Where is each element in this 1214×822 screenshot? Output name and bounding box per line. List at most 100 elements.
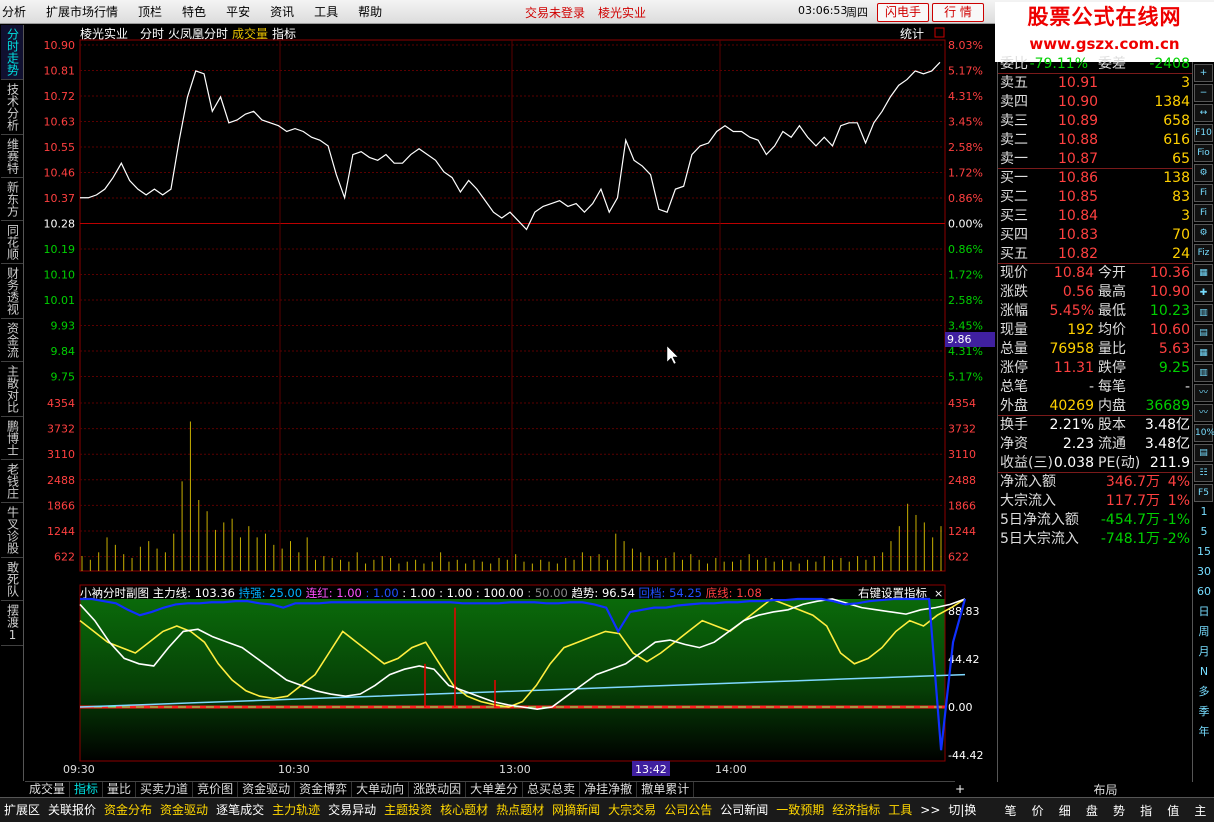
toolbar-icon[interactable]: − xyxy=(1194,84,1213,102)
detail-tab[interactable]: 值 xyxy=(1167,802,1179,819)
toolbar-icon[interactable]: ☷ xyxy=(1194,464,1213,482)
chart-indicator-name[interactable]: 火凤凰分时 xyxy=(168,27,228,41)
extension-tab[interactable]: 经济指标 xyxy=(828,800,884,820)
indicator-tab[interactable]: 资金驱动 xyxy=(238,782,296,797)
left-tab[interactable]: 资金流 xyxy=(1,319,23,362)
layout-label[interactable]: 布局 xyxy=(1093,781,1117,797)
extension-tab[interactable]: 公司新闻 xyxy=(716,800,772,820)
left-tab[interactable]: 同花顺 xyxy=(1,221,23,264)
chart-indicator-label[interactable]: 指标 xyxy=(272,26,296,41)
detail-tab[interactable]: 主 xyxy=(1194,802,1206,819)
extension-tab[interactable]: 网摘新闻 xyxy=(548,800,604,820)
toolbar-icon[interactable]: ✚ xyxy=(1194,284,1213,302)
left-tab[interactable]: 敢死队 xyxy=(1,558,23,601)
menu-item[interactable]: 帮助 xyxy=(348,3,392,20)
extension-tab[interactable]: 主题投资 xyxy=(380,800,436,820)
menu-item[interactable]: 顶栏 xyxy=(128,3,172,20)
toolbar-icon[interactable]: ▤ xyxy=(1194,324,1213,342)
indicator-tab[interactable]: 净挂净撤 xyxy=(580,782,638,797)
toolbar-icon[interactable]: ↔ xyxy=(1194,104,1213,122)
period-button[interactable]: 月 xyxy=(1194,642,1214,662)
period-button[interactable]: 季 xyxy=(1194,702,1214,722)
indicator-tab[interactable]: 资金博弈 xyxy=(295,782,353,797)
toolbar-icon[interactable]: F5 xyxy=(1194,484,1213,502)
toolbar-icon[interactable]: ▦ xyxy=(1194,264,1213,282)
period-button[interactable]: 周 xyxy=(1194,622,1214,642)
indicator-tab[interactable]: 量比 xyxy=(103,782,137,797)
extension-tab[interactable]: 切|换 xyxy=(944,800,980,820)
toolbar-icon[interactable]: Fio xyxy=(1194,144,1213,162)
intraday-chart[interactable]: 棱光实业 分时 火凤凰分时 成交量 指标 统计 10.90 8.03% 10.81 5.17% 10… xyxy=(25,25,995,781)
toolbar-icon[interactable]: Fi xyxy=(1194,204,1213,222)
toolbar-icon[interactable]: F10 xyxy=(1194,124,1213,142)
toolbar-icon[interactable]: ▤ xyxy=(1194,444,1213,462)
left-tab[interactable]: 摆渡1 xyxy=(1,601,23,646)
indicator-tab[interactable]: 总买总卖 xyxy=(523,782,581,797)
menu-item[interactable]: 资讯 xyxy=(260,3,304,20)
left-tab[interactable]: 分时走势 xyxy=(1,25,23,80)
extension-tab[interactable]: >> xyxy=(916,800,944,820)
left-tab[interactable]: 维赛特 xyxy=(1,135,23,178)
indicator-tab[interactable]: 指标 xyxy=(70,782,104,797)
detail-tab[interactable]: 势 xyxy=(1113,802,1125,819)
left-tab[interactable]: 财务透视 xyxy=(1,264,23,319)
extension-tab[interactable]: 主力轨迹 xyxy=(268,800,324,820)
period-button[interactable]: 年 xyxy=(1194,722,1214,742)
extension-tab[interactable]: 资金分布 xyxy=(100,800,156,820)
chart-mode[interactable]: 分时 xyxy=(140,27,164,41)
extension-tab[interactable]: 资金驱动 xyxy=(156,800,212,820)
menu-item[interactable]: 分析 xyxy=(0,3,36,20)
toolbar-icon[interactable]: ▦ xyxy=(1194,344,1213,362)
extension-tab[interactable]: 公司公告 xyxy=(660,800,716,820)
chart-maximize-icon[interactable] xyxy=(934,27,945,38)
chart-nav-button[interactable]: + xyxy=(955,782,965,796)
period-button[interactable]: 日 xyxy=(1194,602,1214,622)
extension-tab[interactable]: 交易异动 xyxy=(324,800,380,820)
extension-tab[interactable]: 逐笔成交 xyxy=(212,800,268,820)
extension-tab[interactable]: 工具 xyxy=(884,800,916,820)
extension-tab[interactable]: 核心题材 xyxy=(436,800,492,820)
extension-tab[interactable]: 热点题材 xyxy=(492,800,548,820)
detail-tab[interactable]: 盘 xyxy=(1086,802,1098,819)
toolbar-icon[interactable]: ⚙ xyxy=(1194,164,1213,182)
indicator-tab[interactable]: 成交量 xyxy=(25,782,71,797)
chart-stats-label[interactable]: 统计 xyxy=(900,27,924,41)
detail-tab[interactable]: 笔 xyxy=(1005,802,1017,819)
left-tab[interactable]: 牛叉诊股 xyxy=(1,503,23,558)
indicator-tab[interactable]: 大单差分 xyxy=(466,782,524,797)
menu-item[interactable]: 扩展市场行情 xyxy=(36,3,128,20)
toolbar-icon[interactable]: + xyxy=(1194,64,1213,82)
indicator-tab[interactable]: 竞价图 xyxy=(193,782,239,797)
toolbar-icon[interactable]: 〰 xyxy=(1194,404,1213,422)
indicator-tab[interactable]: 买卖力道 xyxy=(136,782,194,797)
extension-tab[interactable]: 关联报价 xyxy=(44,800,100,820)
period-button[interactable]: 15 xyxy=(1194,542,1214,562)
menu-item[interactable]: 平安 xyxy=(216,3,260,20)
left-tab[interactable]: 新东方 xyxy=(1,178,23,221)
period-button[interactable]: 多 xyxy=(1194,682,1214,702)
period-button[interactable]: 30 xyxy=(1194,562,1214,582)
login-status[interactable]: 交易未登录 xyxy=(525,4,585,21)
period-button[interactable]: 1 xyxy=(1194,502,1214,522)
extension-tab[interactable]: 大宗交易 xyxy=(604,800,660,820)
indicator-tab[interactable]: 撤单累计 xyxy=(637,782,695,797)
toolbar-icon[interactable]: ▥ xyxy=(1194,304,1213,322)
toolbar-icon[interactable]: Fiz xyxy=(1194,244,1213,262)
menu-item[interactable]: 工具 xyxy=(304,3,348,20)
toolbar-icon[interactable]: 10% xyxy=(1194,424,1214,442)
toolbar-icon[interactable]: ▥ xyxy=(1194,364,1213,382)
period-button[interactable]: 60 xyxy=(1194,582,1214,602)
menu-item[interactable]: 特色 xyxy=(172,3,216,20)
indicator-tab[interactable]: 大单动向 xyxy=(352,782,410,797)
period-button[interactable]: N xyxy=(1194,662,1214,682)
flash-trade-button[interactable]: 闪电手 xyxy=(877,3,929,22)
toolbar-icon[interactable]: 〰 xyxy=(1194,384,1213,402)
detail-tab[interactable]: 价 xyxy=(1032,802,1044,819)
left-tab[interactable]: 老钱庄 xyxy=(1,460,23,503)
sub-close-icon[interactable]: × xyxy=(934,587,943,600)
detail-tab[interactable]: 指 xyxy=(1140,802,1152,819)
toolbar-icon[interactable]: ⚙ xyxy=(1194,224,1213,242)
left-tab[interactable]: 鹏博士 xyxy=(1,417,23,460)
extension-tab[interactable]: 扩展区 xyxy=(0,800,44,820)
left-tab[interactable]: 技术分析 xyxy=(1,80,23,135)
